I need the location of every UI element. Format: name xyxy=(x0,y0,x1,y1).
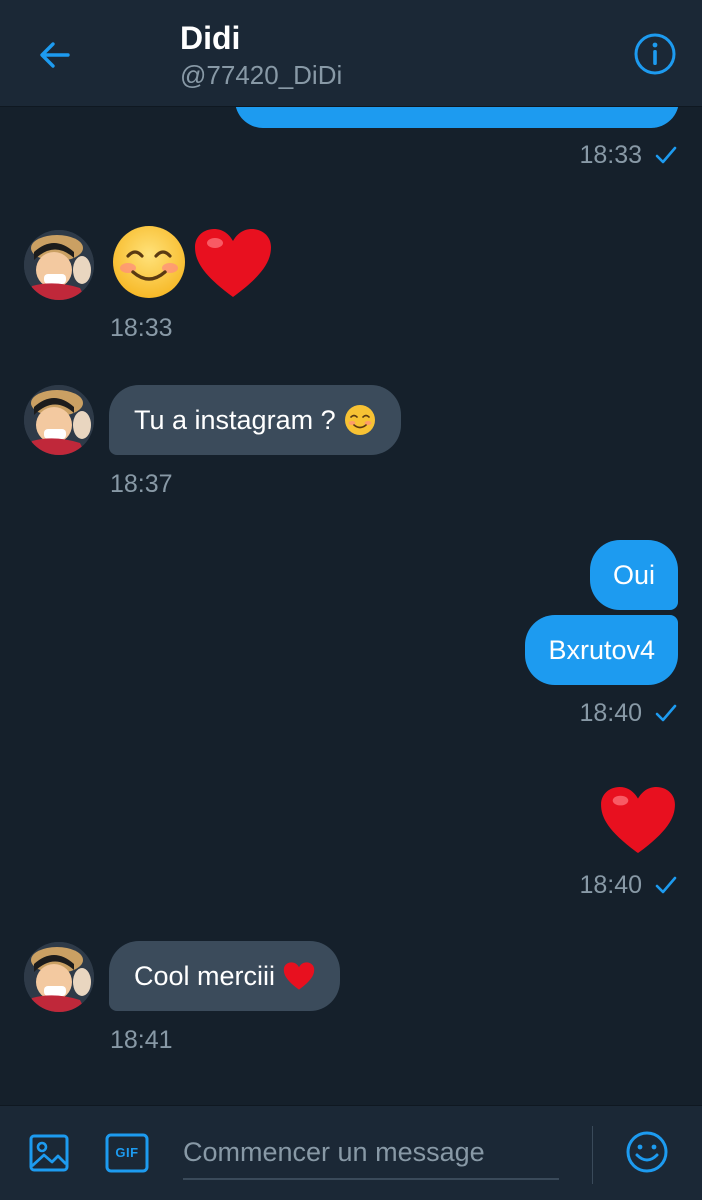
message-timestamp: 18:33 xyxy=(110,314,173,342)
check-icon xyxy=(655,146,677,164)
emoji-message[interactable] xyxy=(111,224,275,300)
message-timestamp: 18:41 xyxy=(110,1026,173,1054)
outgoing-message-bubble[interactable]: Bxrutov4 xyxy=(525,615,678,685)
red-heart-icon xyxy=(283,962,315,990)
add-image-button[interactable] xyxy=(24,1128,74,1178)
image-icon xyxy=(29,1134,69,1172)
message-text: Oui xyxy=(612,559,655,590)
check-icon xyxy=(655,876,677,894)
arrow-left-icon xyxy=(40,42,70,68)
avatar[interactable] xyxy=(24,230,94,300)
smiling-face-emoji-icon xyxy=(113,226,185,298)
message-timestamp: 18:40 xyxy=(579,871,642,899)
smiling-face-emoji-icon xyxy=(344,405,375,435)
avatar[interactable] xyxy=(24,942,94,1012)
message-text: Tu a instagram ? xyxy=(134,404,336,435)
message-text: Bxrutov4 xyxy=(548,634,655,665)
avatar[interactable] xyxy=(24,385,94,455)
message-timestamp: 18:40 xyxy=(579,699,642,727)
emoji-message[interactable] xyxy=(598,785,678,855)
message-timestamp: 18:37 xyxy=(110,470,173,498)
emoji-icon xyxy=(626,1131,668,1173)
conversation-handle: @77420_DiDi xyxy=(180,60,343,90)
add-gif-button[interactable]: GIF xyxy=(102,1128,152,1178)
outgoing-message-bubble[interactable]: Oui xyxy=(589,540,678,610)
message-timestamp: 18:33 xyxy=(579,141,642,169)
incoming-message-bubble[interactable]: Tu a instagram ? xyxy=(109,385,401,455)
conversation-header: Didi @77420_DiDi xyxy=(0,0,702,107)
conversation-title[interactable]: Didi xyxy=(180,20,240,57)
info-button[interactable] xyxy=(630,29,680,79)
emoji-button[interactable] xyxy=(622,1127,672,1177)
incoming-message-bubble[interactable]: Cool merciii xyxy=(109,941,341,1011)
red-heart-icon xyxy=(195,229,271,297)
back-button[interactable] xyxy=(30,30,80,80)
red-heart-icon xyxy=(601,786,675,854)
message-composer: GIF xyxy=(0,1105,702,1200)
composer-divider xyxy=(592,1126,593,1184)
gif-label: GIF xyxy=(115,1145,139,1160)
info-icon xyxy=(634,33,676,75)
message-input[interactable] xyxy=(183,1126,559,1180)
dm-conversation-screen: Didi @77420_DiDi 18:33 18:33 Tu a instag… xyxy=(0,0,702,1200)
check-icon xyxy=(655,704,677,722)
message-text: Cool merciii xyxy=(134,960,276,991)
